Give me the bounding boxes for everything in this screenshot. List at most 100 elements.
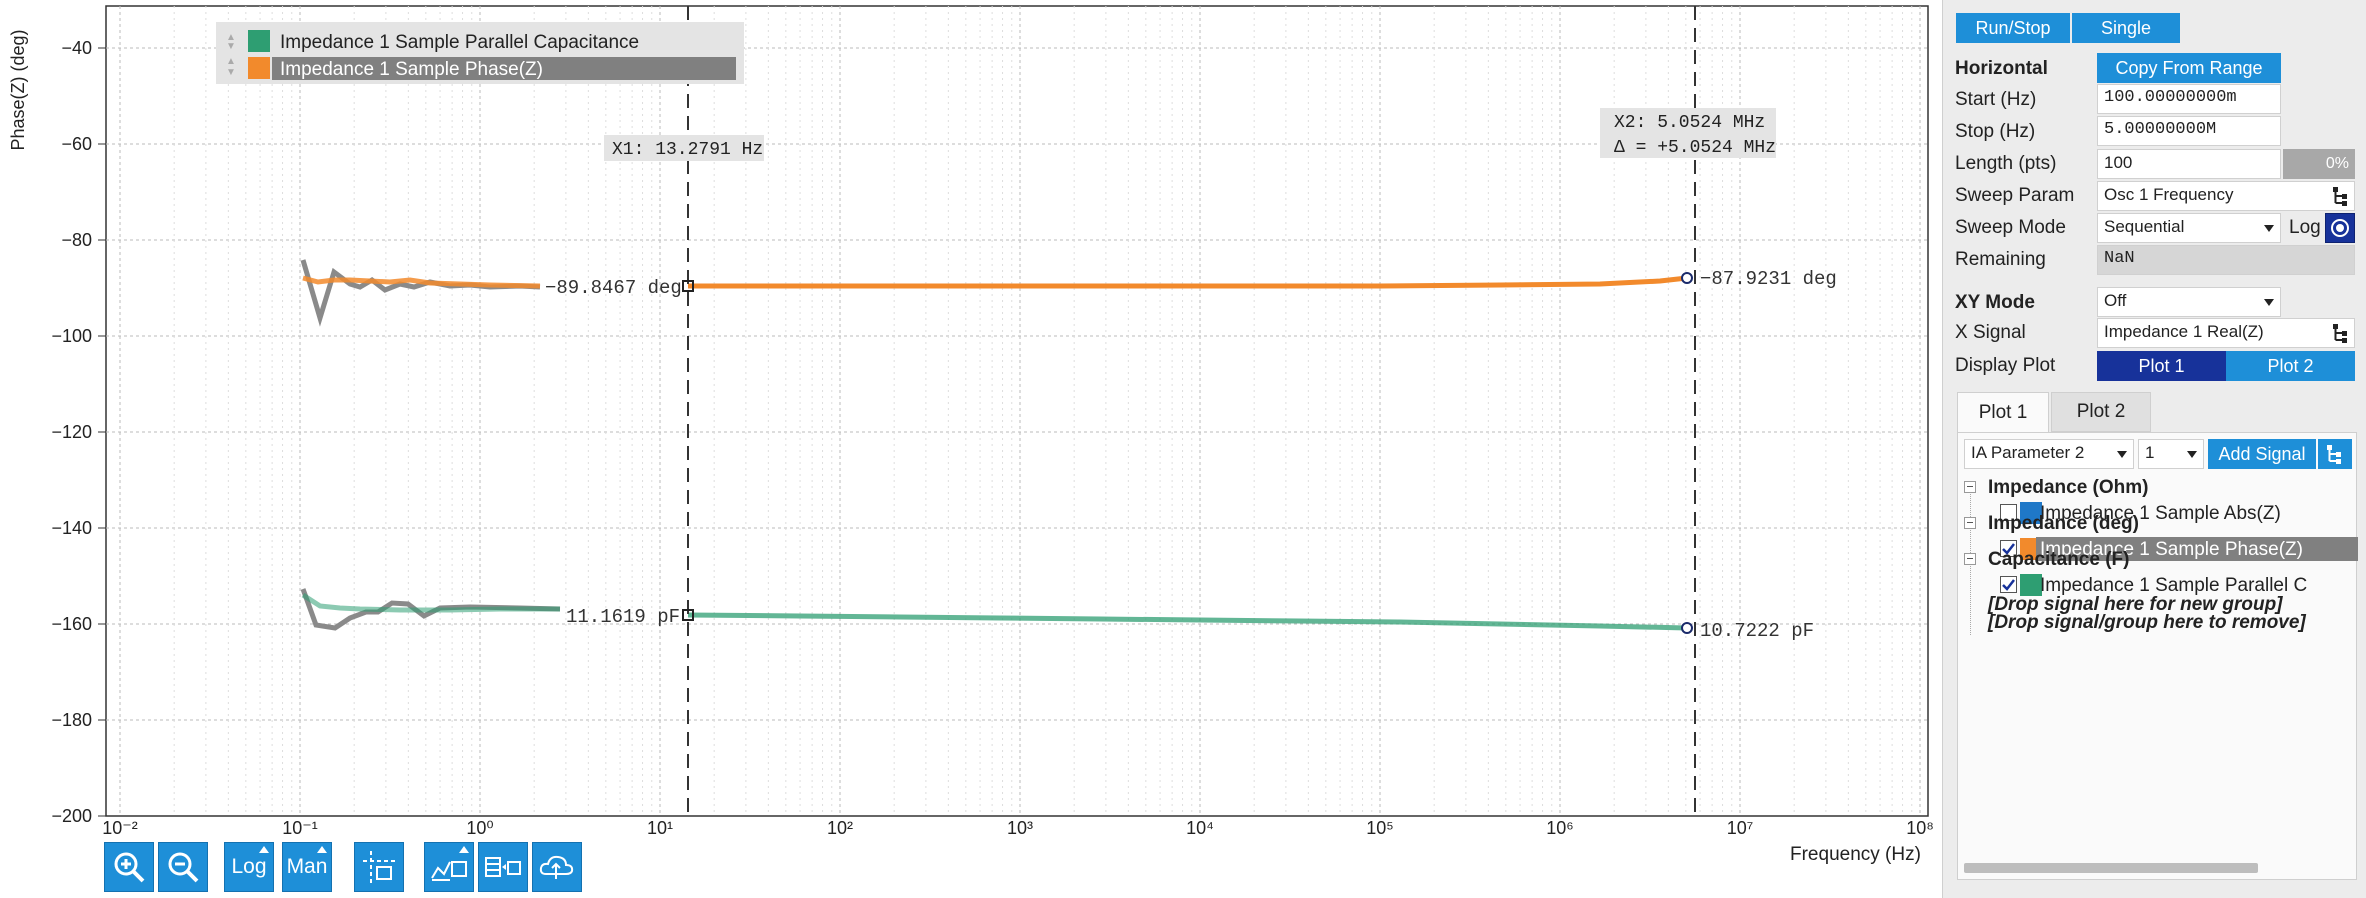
zoom-in-icon xyxy=(114,852,145,883)
x-tick-label: 10⁶ xyxy=(1546,818,1573,838)
marker-cap-right-value: 10.7222 pF xyxy=(1700,620,1814,642)
x-tick-label: 10⁴ xyxy=(1186,818,1214,838)
legend-arrows-icon: ▲ xyxy=(226,56,236,67)
sweep-param-value: Osc 1 Frequency xyxy=(2104,185,2234,204)
run-stop-button[interactable]: Run/Stop xyxy=(1956,13,2070,43)
horizontal-scrollbar[interactable] xyxy=(1964,863,2258,873)
tab-plot-2[interactable]: Plot 2 xyxy=(2051,392,2151,432)
tree-group-impedance-deg[interactable]: Impedance (deg) xyxy=(1988,513,2139,535)
collapse-icon[interactable] xyxy=(1964,481,1976,493)
sweep-param-label: Sweep Param xyxy=(1955,185,2075,206)
legend-arrows-icon: ▼ xyxy=(226,41,236,52)
y-tick-labels: −40 −60 −80 −100 −120 −140 −160 −180 −200 xyxy=(51,38,92,826)
x-signal-label: X Signal xyxy=(1955,322,2026,343)
legend-arrows-icon: ▼ xyxy=(226,67,236,78)
cursor-x2-label: X2: 5.0524 MHz xyxy=(1614,113,1765,133)
stop-label: Stop (Hz) xyxy=(1955,121,2036,142)
y-tick-label: −80 xyxy=(61,230,92,250)
x-tick-label: 10⁻¹ xyxy=(282,818,318,838)
x-tick-label: 10⁰ xyxy=(466,818,493,838)
chevron-down-icon xyxy=(2264,299,2274,306)
dropdown-triangle-icon xyxy=(317,846,327,853)
control-panel: Run/Stop Single Horizontal Copy From Ran… xyxy=(1942,0,2366,898)
xy-mode-value: Off xyxy=(2104,291,2127,310)
add-signal-tree-button[interactable] xyxy=(2318,439,2352,469)
xy-mode-select[interactable]: Off xyxy=(2097,287,2281,317)
x-tick-label: 10³ xyxy=(1007,818,1033,838)
legend-swatch-phase xyxy=(248,57,270,79)
manual-scale-button[interactable]: Man xyxy=(282,842,332,892)
remaining-value: NaN xyxy=(2097,245,2355,275)
cloud-icon xyxy=(539,855,574,879)
y-tick-label: −40 xyxy=(61,38,92,58)
plot-area[interactable]: −40 −60 −80 −100 −120 −140 −160 −180 −200 10⁻² 10… xyxy=(0,0,1940,898)
sweep-progress-bar: 0% xyxy=(2283,149,2355,179)
sweep-progress-label: 0% xyxy=(2325,155,2349,172)
sweep-param-select[interactable]: Osc 1 Frequency xyxy=(2097,181,2355,211)
start-label: Start (Hz) xyxy=(1955,89,2037,110)
x-signal-select[interactable]: Impedance 1 Real(Z) xyxy=(2097,318,2355,348)
x-tick-label: 10⁻² xyxy=(102,818,138,838)
y-tick-label: −60 xyxy=(61,134,92,154)
display-plot-1-button[interactable]: Plot 1 xyxy=(2097,351,2226,381)
math-button[interactable] xyxy=(424,842,474,892)
length-input[interactable]: 100 xyxy=(2097,149,2281,179)
display-plot-2-button[interactable]: Plot 2 xyxy=(2226,351,2355,381)
collapse-icon[interactable] xyxy=(1964,517,1976,529)
y-tick-label: −100 xyxy=(51,326,92,346)
sweep-mode-value: Sequential xyxy=(2104,217,2185,236)
y-tick-label: −120 xyxy=(51,422,92,442)
display-plot-label: Display Plot xyxy=(1955,355,2056,376)
table-button[interactable] xyxy=(478,842,528,892)
cursor-button[interactable] xyxy=(354,842,404,892)
chevron-down-icon xyxy=(2117,451,2127,458)
x-axis-label: Frequency (Hz) xyxy=(1790,844,1921,865)
y-tick-label: −140 xyxy=(51,518,92,538)
y-tick-label: −160 xyxy=(51,614,92,634)
collapse-icon[interactable] xyxy=(1964,553,1976,565)
y-axis-label: Phase(Z) (deg) xyxy=(8,29,28,150)
x-tick-label: 10¹ xyxy=(647,818,673,838)
zoom-out-button[interactable] xyxy=(158,842,208,892)
cursor-icon xyxy=(363,851,395,883)
dropdown-triangle-icon xyxy=(459,846,469,853)
x-tick-label: 10⁵ xyxy=(1366,818,1393,838)
chevron-down-icon xyxy=(2187,451,2197,458)
add-signal-button[interactable]: Add Signal xyxy=(2208,439,2316,469)
legend-label-capacitance: Impedance 1 Sample Parallel Capacitance xyxy=(280,32,639,53)
dropdown-triangle-icon xyxy=(259,846,269,853)
remaining-label: Remaining xyxy=(1955,249,2046,270)
xy-mode-heading: XY Mode xyxy=(1955,292,2035,313)
chevron-down-icon xyxy=(2264,225,2274,232)
start-input[interactable]: 100.00000000m xyxy=(2097,84,2281,114)
legend-swatch-capacitance xyxy=(248,30,270,52)
cloud-button[interactable] xyxy=(532,842,582,892)
tree-group-capacitance[interactable]: Capacitance (F) xyxy=(1988,549,2129,571)
tree-select-icon xyxy=(2333,187,2347,206)
sweep-mode-label: Sweep Mode xyxy=(1955,217,2066,238)
legend-label-phase: Impedance 1 Sample Phase(Z) xyxy=(280,59,543,80)
marker-cap-left-value: 11.1619 pF xyxy=(566,606,680,628)
single-button[interactable]: Single xyxy=(2072,13,2180,43)
length-label: Length (pts) xyxy=(1955,153,2057,174)
copy-from-range-button[interactable]: Copy From Range xyxy=(2097,53,2281,83)
tab-plot-1[interactable]: Plot 1 xyxy=(1957,392,2049,432)
plot-tab-content: IA Parameter 2 1 Add Signal Impedance (O… xyxy=(1957,432,2358,880)
log-toggle-button[interactable] xyxy=(2325,213,2355,243)
cursor-x2-delta: Δ = +5.0524 MHz xyxy=(1614,138,1776,158)
x-tick-labels: 10⁻² 10⁻¹ 10⁰ 10¹ 10² 10³ 10⁴ 10⁵ 10⁶ 10⁷ 10⁸ xyxy=(102,818,1934,838)
manual-scale-label: Man xyxy=(286,855,328,878)
stop-input[interactable]: 5.00000000M xyxy=(2097,116,2281,146)
drop-remove-target[interactable]: [Drop signal/group here to remove] xyxy=(1988,605,2306,641)
tree-select-icon xyxy=(2333,324,2347,343)
sweep-mode-select[interactable]: Sequential xyxy=(2097,213,2281,243)
channel-select-value: 1 xyxy=(2145,443,2155,462)
log-scale-button[interactable]: Log xyxy=(224,842,274,892)
marker-phase-right-value: −87.9231 deg xyxy=(1700,268,1837,290)
tree-group-impedance-ohm[interactable]: Impedance (Ohm) xyxy=(1988,477,2148,499)
zoom-in-button[interactable] xyxy=(104,842,154,892)
channel-select[interactable]: 1 xyxy=(2138,439,2204,469)
signal-select-value: IA Parameter 2 xyxy=(1971,443,2085,462)
plot-canvas[interactable]: −40−60−80−100−120−140−160−180−200 10⁻² 10… xyxy=(0,0,1940,898)
signal-select[interactable]: IA Parameter 2 xyxy=(1964,439,2134,469)
